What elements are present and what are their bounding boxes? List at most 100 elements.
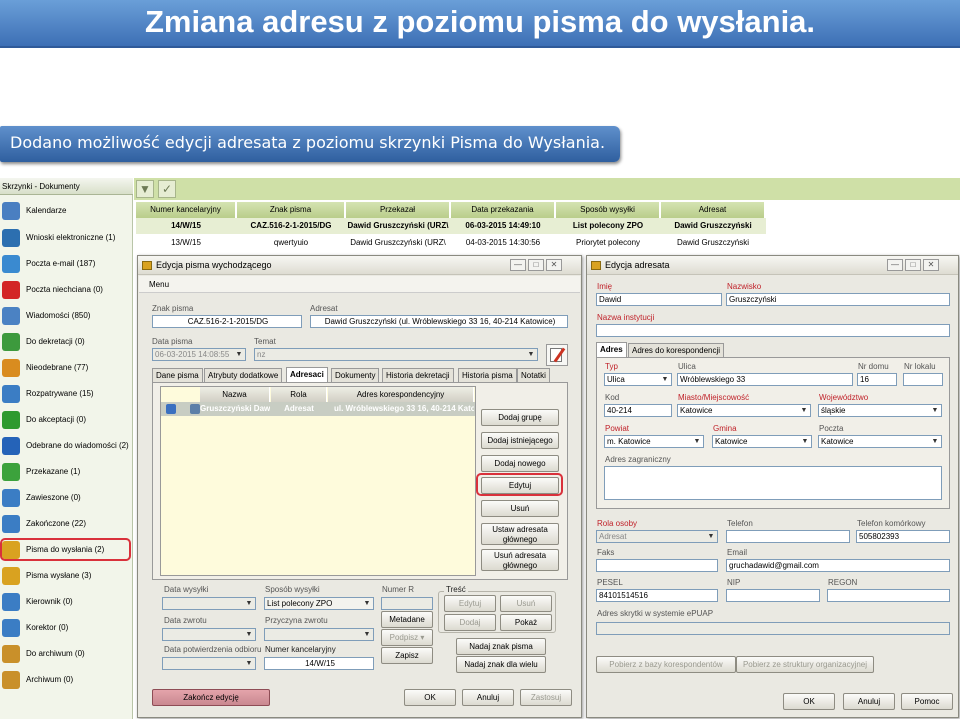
add-existing-button[interactable]: Dodaj istniejącego	[481, 432, 559, 449]
sidebar-item[interactable]: Pisma do wysłania (2)	[0, 537, 133, 563]
chevron-down-icon[interactable]: ▼	[243, 658, 255, 669]
data-wysylki-field[interactable]: ▼	[162, 597, 256, 610]
sidebar-item[interactable]: Pisma wysłane (3)	[0, 563, 133, 589]
znak-field[interactable]: CAZ.516-2-1-2015/DG	[152, 315, 302, 328]
minimize-button[interactable]: —	[510, 259, 526, 271]
tresc-add-button[interactable]: Dodaj	[444, 614, 496, 631]
data-potw-field[interactable]: ▼	[162, 657, 256, 670]
tab-adresaci[interactable]: Adresaci	[286, 367, 328, 382]
nazwisko-field[interactable]: Gruszczyński	[726, 293, 950, 306]
sidebar-item[interactable]: Poczta e-mail (187)	[0, 251, 133, 277]
epuap-field[interactable]	[596, 622, 950, 635]
sidebar-item[interactable]: Korektor (0)	[0, 615, 133, 641]
sidebar-item[interactable]: Poczta niechciana (0)	[0, 277, 133, 303]
chevron-down-icon[interactable]: ▼	[929, 436, 941, 447]
sidebar-item[interactable]: Kalendarze	[0, 198, 133, 224]
apply-button[interactable]: Zastosuj	[520, 689, 572, 706]
sidebar-item[interactable]: Nieodebrane (77)	[0, 355, 133, 381]
chevron-down-icon[interactable]: ▼	[799, 436, 811, 447]
instytucja-field[interactable]	[596, 324, 950, 337]
fetch-from-correspondents-button[interactable]: Pobierz z bazy korespondentów	[596, 656, 736, 673]
chevron-down-icon[interactable]: ▼	[525, 349, 537, 360]
tab-atrybuty[interactable]: Atrybuty dodatkowe	[204, 368, 283, 382]
sign-button[interactable]: Podpisz ▾	[381, 629, 433, 646]
pesel-field[interactable]: 84101514516	[596, 589, 718, 602]
cancel-button[interactable]: Anuluj	[843, 693, 895, 710]
sidebar-item[interactable]: Odebrane do wiadomości (2)	[0, 433, 133, 459]
tresc-delete-button[interactable]: Usuń	[500, 595, 552, 612]
miasto-field[interactable]: Katowice ▼	[677, 404, 811, 417]
remove-main-addressee-button[interactable]: Usuń adresata głównego	[481, 549, 559, 571]
typ-field[interactable]: Ulica ▼	[604, 373, 672, 386]
tab-historia-pisma[interactable]: Historia pisma	[458, 368, 517, 382]
tel-kom-field[interactable]: 505802393	[856, 530, 950, 543]
sidebar-item[interactable]: Wnioski elektroniczne (1)	[0, 225, 133, 251]
kod-field[interactable]: 40-214	[604, 404, 672, 417]
adresat-field[interactable]: Dawid Gruszczyński (ul. Wróblewskiego 33…	[310, 315, 568, 328]
sidebar-item[interactable]: Zawieszone (0)	[0, 485, 133, 511]
save-button[interactable]: Zapisz	[381, 647, 433, 664]
sidebar-item[interactable]: Rozpatrywane (15)	[0, 381, 133, 407]
chevron-down-icon[interactable]: ▼	[233, 349, 245, 360]
gmina-field[interactable]: Katowice ▼	[712, 435, 812, 448]
faks-field[interactable]	[596, 559, 718, 572]
finish-edit-button[interactable]: Zakończ edycję	[152, 689, 270, 706]
add-group-button[interactable]: Dodaj grupę	[481, 409, 559, 426]
column-header[interactable]: Adresat	[661, 202, 765, 218]
chevron-down-icon[interactable]: ▼	[705, 531, 717, 542]
column-header[interactable]: Znak pisma	[237, 202, 345, 218]
data-zwrotu-field[interactable]: ▼	[162, 628, 256, 641]
sposob-field[interactable]: List polecony ZPO ▼	[264, 597, 374, 610]
ulica-field[interactable]: Wróblewskiego 33	[677, 373, 853, 386]
fetch-from-structure-button[interactable]: Pobierz ze struktury organizacyjnej	[736, 656, 874, 673]
metadata-button[interactable]: Metadane	[381, 611, 433, 628]
chevron-down-icon[interactable]: ▼	[929, 405, 941, 416]
tab-adres[interactable]: Adres	[596, 342, 627, 357]
add-new-button[interactable]: Dodaj nowego	[481, 455, 559, 472]
chevron-down-icon[interactable]: ▼	[659, 374, 671, 385]
telefon-field[interactable]	[726, 530, 850, 543]
tab-notatki[interactable]: Notatki	[517, 368, 550, 382]
temat-field[interactable]: nz ▼	[254, 348, 538, 361]
przyczyna-field[interactable]: ▼	[264, 628, 374, 641]
tab-dokumenty[interactable]: Dokumenty	[331, 368, 380, 382]
email-field[interactable]: gruchadawid@gmail.com	[726, 559, 950, 572]
ok-button[interactable]: OK	[783, 693, 835, 710]
zagr-field[interactable]	[604, 466, 942, 500]
regon-field[interactable]	[827, 589, 950, 602]
filter-icon[interactable]: ▼	[136, 180, 154, 198]
nr-domu-field[interactable]: 16	[857, 373, 897, 386]
imie-field[interactable]: Dawid	[596, 293, 722, 306]
maximize-button[interactable]: □	[905, 259, 921, 271]
minimize-button[interactable]: —	[887, 259, 903, 271]
sidebar-item[interactable]: Kierownik (0)	[0, 589, 133, 615]
close-button[interactable]: ✕	[923, 259, 939, 271]
column-header[interactable]: Data przekazania	[451, 202, 555, 218]
set-main-addressee-button[interactable]: Ustaw adresata głównego	[481, 523, 559, 545]
assign-sign-button[interactable]: Nadaj znak pisma	[456, 638, 546, 655]
tresc-edit-button[interactable]: Edytuj	[444, 595, 496, 612]
sidebar-item[interactable]: Do dekretacji (0)	[0, 329, 133, 355]
sidebar-item[interactable]: Archiwum (0)	[0, 667, 133, 693]
column-header[interactable]: Sposób wysyłki	[556, 202, 660, 218]
cancel-button[interactable]: Anuluj	[462, 689, 514, 706]
nip-field[interactable]	[726, 589, 820, 602]
poczta-field[interactable]: Katowice ▼	[818, 435, 942, 448]
maximize-button[interactable]: □	[528, 259, 544, 271]
chevron-down-icon[interactable]: ▼	[361, 629, 373, 640]
tab-dane-pisma[interactable]: Dane pisma	[152, 368, 203, 382]
data-field[interactable]: 06-03-2015 14:08:55 ▼	[152, 348, 246, 361]
sign-document-icon[interactable]	[546, 344, 568, 366]
numer-r-field[interactable]	[381, 597, 433, 610]
numer-kanc-field[interactable]: 14/W/15	[264, 657, 374, 670]
woj-field[interactable]: śląskie ▼	[818, 404, 942, 417]
sidebar-item[interactable]: Do akceptacji (0)	[0, 407, 133, 433]
sidebar-item[interactable]: Przekazane (1)	[0, 459, 133, 485]
chevron-down-icon[interactable]: ▼	[798, 405, 810, 416]
sidebar-item[interactable]: Do archiwum (0)	[0, 641, 133, 667]
chevron-down-icon[interactable]: ▼	[691, 436, 703, 447]
checkmark-icon[interactable]: ✓	[158, 180, 176, 198]
sidebar-item[interactable]: Zakończone (22)	[0, 511, 133, 537]
menu-bar[interactable]: Menu	[139, 276, 580, 293]
ok-button[interactable]: OK	[404, 689, 456, 706]
